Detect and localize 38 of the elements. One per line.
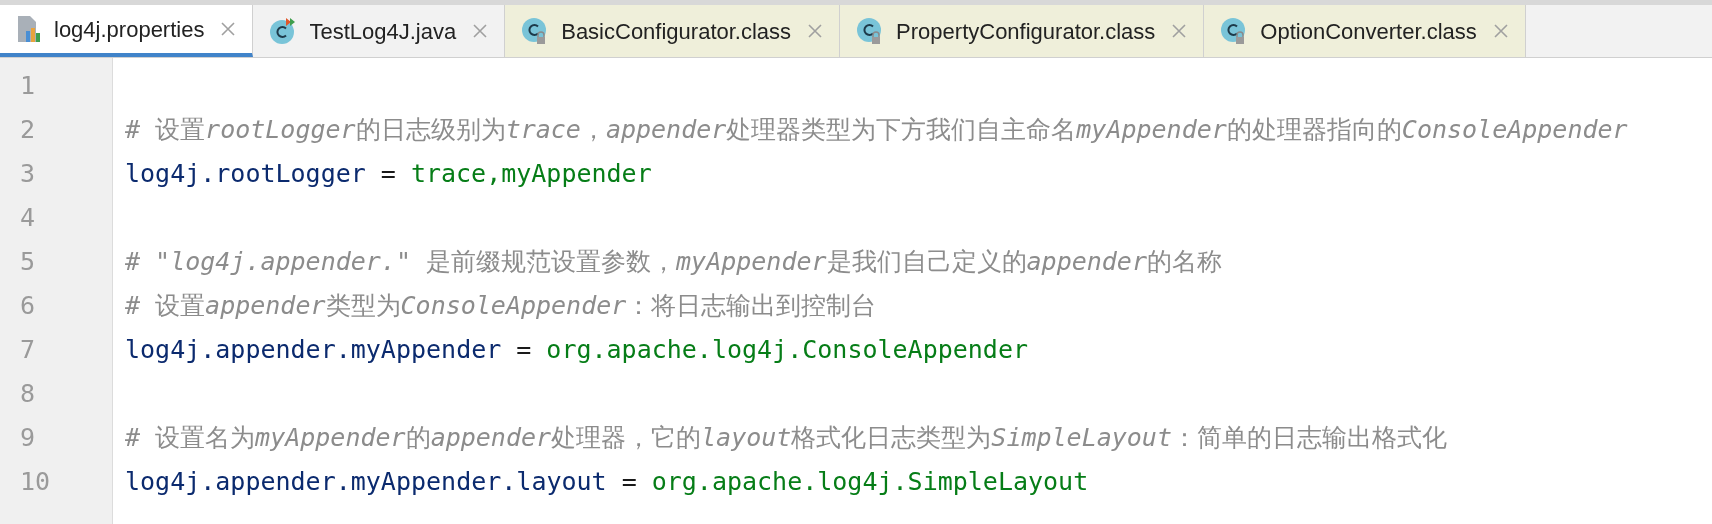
close-icon[interactable] xyxy=(1171,23,1188,39)
tab-label: TestLog4J.java xyxy=(309,17,457,46)
property-value: trace,myAppender xyxy=(410,158,652,191)
tab-label: PropertyConfigurator.class xyxy=(896,17,1156,46)
editor-tab[interactable]: PropertyConfigurator.class xyxy=(840,5,1205,57)
tab-label: OptionConverter.class xyxy=(1260,17,1477,46)
close-icon[interactable] xyxy=(1492,23,1509,39)
editor-tab[interactable]: OptionConverter.class xyxy=(1204,5,1526,57)
assignment-operator: = xyxy=(621,466,637,499)
property-value: org.apache.log4j.SimpleLayout xyxy=(651,466,1089,499)
line-number: 10 xyxy=(20,466,51,499)
line-number: 2 xyxy=(20,114,36,147)
close-icon[interactable] xyxy=(472,23,489,39)
tab-label: log4j.properties xyxy=(54,15,205,44)
line-number: 9 xyxy=(20,422,36,455)
line-number: 8 xyxy=(20,378,36,411)
line-number: 1 xyxy=(20,70,36,103)
close-icon[interactable] xyxy=(220,21,237,37)
line-number: 4 xyxy=(20,202,36,235)
assignment-operator: = xyxy=(516,334,532,367)
line-number: 6 xyxy=(20,290,36,323)
property-value: org.apache.log4j.ConsoleAppender xyxy=(546,334,1028,367)
tab-label: BasicConfigurator.class xyxy=(561,17,792,46)
property-key: log4j.appender.myAppender.layout xyxy=(125,463,607,501)
code-comment: # 设置名为myAppender的appender处理器，它的 layout格式化日志类型为SimpleLayout：简单的日志输出格式化 xyxy=(125,422,1447,455)
property-key: log4j.appender.myAppender xyxy=(125,331,502,369)
code-comment: # "log4j.appender." 是前缀规范设置参数，myAppender是我们自己定义的appender的名称 xyxy=(125,246,1222,279)
line-number: 3 xyxy=(20,158,36,191)
editor-tab[interactable]: BasicConfigurator.class xyxy=(505,5,841,57)
code-comment: # 设置rootLogger的日志级别为trace，appender处理器类型为下方我们自主命名myAppender的处理器指向的ConsoleAppender xyxy=(125,114,1628,147)
assignment-operator: = xyxy=(380,158,396,191)
line-number: 5 xyxy=(20,246,36,279)
close-icon[interactable] xyxy=(807,23,824,39)
property-key: log4j.rootLogger xyxy=(125,155,366,193)
editor-tab[interactable]: log4j.properties xyxy=(0,5,254,57)
properties-file-icon xyxy=(16,15,42,43)
line-number: 7 xyxy=(20,334,36,367)
code-comment: # 设置appender类型为ConsoleAppender：将日志输出到控制台 xyxy=(125,290,877,323)
